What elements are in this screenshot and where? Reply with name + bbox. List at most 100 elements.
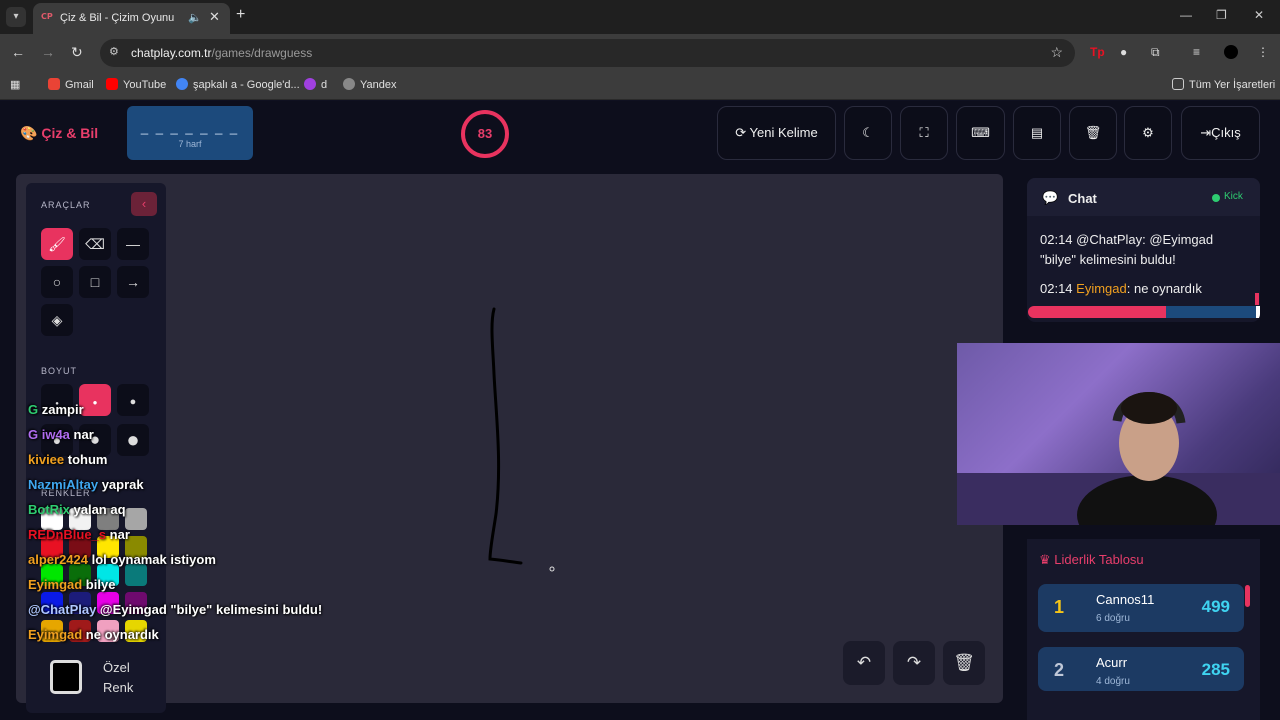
overlay-chat-line: Eyimgad bilye	[28, 577, 115, 592]
overlay-chat-line: kiviee tohum	[28, 452, 107, 467]
close-window-button[interactable]: ✕	[1254, 8, 1264, 22]
size-large[interactable]: ●	[117, 384, 149, 416]
rectangle-tool[interactable]: □	[79, 266, 111, 298]
fill-tool[interactable]: ◈	[41, 304, 73, 336]
redo-icon: ↷	[906, 653, 922, 672]
undo-icon: ↶	[856, 653, 872, 672]
leaderboard-row: 2 Acurr 4 doğru 285	[1038, 647, 1244, 691]
reload-icon[interactable]: ↻	[71, 44, 83, 61]
bookmark-youtube[interactable]: YouTube	[106, 78, 166, 91]
chat-message: 02:14 Eyimgad: ne oynardık	[1040, 281, 1202, 296]
all-bookmarks[interactable]: Tüm Yer İşaretleri	[1172, 78, 1275, 91]
settings-button[interactable]: ⚙	[1124, 106, 1172, 160]
overlay-chat-line: BotRix yalan aq	[28, 502, 126, 517]
overlay-chat-user: Eyimgad	[28, 627, 83, 642]
forward-icon[interactable]: →	[41, 44, 55, 60]
medium-dot-icon: ●	[92, 398, 98, 407]
menu-kebab-icon[interactable]: ⋮	[1257, 45, 1269, 59]
clear-canvas-button[interactable]: 🗑	[943, 641, 985, 685]
collapse-panel-button[interactable]: ‹	[131, 192, 157, 216]
folder-icon	[1172, 78, 1184, 90]
bookmark-google[interactable]: şapkalı a - Google'd...	[176, 78, 300, 91]
speaker-icon[interactable]: 🔈	[188, 11, 202, 24]
overlay-chat-text: bilye	[82, 577, 116, 592]
crown-icon: ♛	[1039, 552, 1051, 567]
progress-bar-end	[1256, 306, 1260, 318]
maximize-button[interactable]: ❐	[1216, 8, 1227, 22]
webcam-overlay	[957, 343, 1280, 525]
profile-avatar[interactable]	[1224, 45, 1238, 59]
tab-search-button[interactable]: ▾	[6, 7, 26, 27]
overlay-chat-line: @ChatPlay @Eyimgad "bilye" kelimesini bu…	[28, 602, 322, 617]
minimize-button[interactable]: —	[1180, 8, 1192, 22]
overlay-chat-text: lol oynamak istiyom	[88, 552, 216, 567]
color-swatch[interactable]	[125, 564, 147, 586]
address-bar[interactable]: ⚙ chatplay.com.tr/games/drawguess ☆	[100, 39, 1075, 67]
rank: 1	[1054, 597, 1065, 617]
close-tab-icon[interactable]: ✕	[209, 9, 220, 25]
tab-title: Çiz & Bil - Çizim Oyunu	[60, 12, 175, 24]
bookmark-d[interactable]: d	[304, 78, 327, 91]
overlay-chat-user: kiviee	[28, 452, 65, 467]
extensions-puzzle-icon[interactable]: ⧉	[1151, 45, 1160, 60]
extension-icon[interactable]: Tp	[1090, 45, 1105, 59]
bookmark-gmail[interactable]: Gmail	[48, 78, 94, 91]
kick-status: Kick	[1224, 191, 1243, 202]
gear-icon: ⚙	[1142, 125, 1154, 140]
delete-button[interactable]: 🗑	[1069, 106, 1117, 160]
palette-icon: 🎨	[20, 125, 38, 141]
eraser-icon: ⌫	[85, 236, 105, 252]
brand-logo: 🎨 Çiz & Bil	[20, 125, 99, 141]
status-dot	[1212, 194, 1220, 202]
new-word-button[interactable]: ⟳ Yeni Kelime	[717, 106, 836, 160]
undo-button[interactable]: ↶	[843, 641, 885, 685]
custom-color-label: Özel Renk	[103, 660, 134, 695]
overlay-chat-user: NazmiAltay	[28, 477, 99, 492]
leaderboard-scrollbar[interactable]	[1245, 585, 1250, 607]
player-name: Cannos11	[1096, 592, 1155, 607]
bookmark-star-icon[interactable]: ☆	[1050, 44, 1063, 61]
overlay-chat-line: G iw4a nar	[28, 427, 94, 442]
exit-button[interactable]: ⇥Çıkış	[1181, 106, 1260, 160]
apps-grid-icon[interactable]: ▦	[10, 78, 20, 91]
leaderboard-row: 1 Cannos11 6 doğru 499	[1038, 584, 1244, 632]
site-info-icon[interactable]: ⚙	[109, 45, 119, 58]
archive-button[interactable]: ▤	[1013, 106, 1061, 160]
player-score: 285	[1201, 660, 1230, 679]
streamer-figure	[957, 392, 1280, 525]
overlay-chat-user: BotRix	[28, 502, 70, 517]
browser-toolbar: ← → ↻ ⚙ chatplay.com.tr/games/drawguess …	[0, 34, 1280, 72]
fullscreen-button[interactable]: ⛶	[900, 106, 948, 160]
overlay-chat-line: REDnBlue_s nar	[28, 527, 130, 542]
archive-icon: ▤	[1030, 125, 1044, 140]
xxxl-dot-icon: ●	[126, 427, 140, 452]
circle-icon: ○	[52, 274, 62, 290]
extension-avatar-icon[interactable]: ●	[1120, 45, 1127, 59]
custom-color-button[interactable]: Özel Renk	[40, 653, 152, 707]
drawn-stroke	[488, 307, 523, 565]
progress-bar-track	[1166, 306, 1256, 318]
overlay-chat-line: Eyimgad ne oynardık	[28, 627, 159, 642]
square-icon: □	[90, 274, 100, 290]
back-icon[interactable]: ←	[11, 44, 25, 60]
moon-icon: ☾	[862, 125, 874, 140]
site-icon	[304, 78, 316, 90]
keyboard-button[interactable]: ⌨	[956, 106, 1005, 160]
chat-scrollbar[interactable]	[1255, 293, 1259, 305]
tools-label: ARAÇLAR	[41, 200, 91, 210]
browser-tab[interactable]: CP Çiz & Bil - Çizim Oyunu 🔈 ✕	[33, 3, 230, 34]
new-tab-button[interactable]: +	[236, 6, 245, 24]
circle-tool[interactable]: ○	[41, 266, 73, 298]
dark-mode-button[interactable]: ☾	[844, 106, 892, 160]
arrow-tool[interactable]: →	[117, 266, 149, 298]
eraser-tool[interactable]: ⌫	[79, 228, 111, 260]
media-control-icon[interactable]: ≡	[1193, 45, 1200, 59]
bookmark-yandex[interactable]: Yandex	[343, 78, 397, 91]
redo-button[interactable]: ↷	[893, 641, 935, 685]
brush-tool[interactable]: 🖌	[41, 228, 73, 260]
line-tool[interactable]: —	[117, 228, 149, 260]
player-score: 499	[1201, 597, 1230, 616]
overlay-chat-text: yaprak	[98, 477, 144, 492]
size-xxxl[interactable]: ●	[117, 424, 149, 456]
trash-icon: 🗑	[953, 653, 975, 672]
